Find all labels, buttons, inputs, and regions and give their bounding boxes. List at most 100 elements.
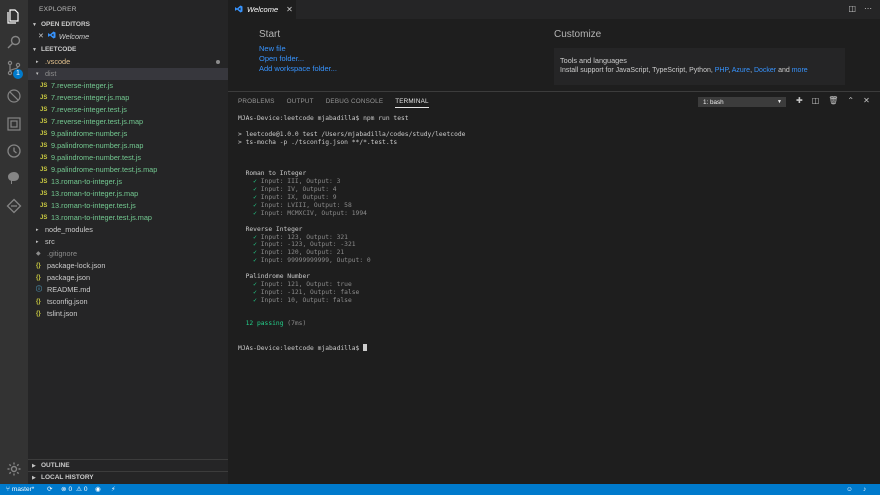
tree-item-label: 7.reverse-integer.js [51,81,114,90]
file-item[interactable]: JS 7.reverse-integer.test.js.map [28,116,228,128]
extensions-icon[interactable] [4,114,24,134]
file-item[interactable]: JS 13.roman-to-integer.js.map [28,188,228,200]
debug-icon[interactable] [4,86,24,106]
git-lens-icon[interactable] [4,196,24,216]
panel-tabs: PROBLEMS OUTPUT DEBUG CONSOLE TERMINAL [238,98,429,108]
file-item[interactable]: JS 13.roman-to-integer.js [28,176,228,188]
open-folder-link[interactable]: Open folder... [259,54,304,63]
chevron-down-icon: ▼ [32,22,37,28]
sync-button[interactable]: ⟳ [47,484,52,495]
maximize-panel-icon[interactable]: ⌃ [847,96,854,105]
terminal-output[interactable]: MJAs-Device:leetcode mjabadilla$ npm run… [238,115,465,353]
tab-problems[interactable]: PROBLEMS [238,98,275,108]
more-link[interactable]: more [792,67,808,74]
tab-debug-console[interactable]: DEBUG CONSOLE [326,98,384,108]
terminal-line: 12 passing (7ms) [238,320,307,328]
git-file-icon: ◆ [36,251,41,257]
project-header[interactable]: ▼ LEETCODE [28,44,228,56]
tools-languages-card[interactable]: Tools and languages Install support for … [554,48,845,85]
file-item[interactable]: JS 7.reverse-integer.js [28,80,228,92]
trash-icon[interactable]: 🗑︎ [828,96,838,105]
file-item[interactable]: {} tslint.json [28,308,228,320]
javascript-file-icon: JS [40,203,48,209]
open-editor-item-welcome[interactable]: ✕ Welcome [28,31,228,43]
split-editor-icon[interactable]: ◫ [848,4,856,13]
search-icon[interactable] [4,32,24,52]
settings-gear-icon[interactable] [4,459,24,479]
check-icon: ✓ [253,194,257,201]
check-icon: ✓ [253,249,257,257]
open-editor-label: Welcome [58,32,90,41]
more-actions-icon[interactable]: ⋯ [864,4,872,13]
tree-item-label: 9.palindrome-number.js [51,129,128,138]
live-share-icon[interactable] [4,168,24,188]
file-item[interactable]: {} tsconfig.json [28,296,228,308]
terminal-line: ✓ Input: MCMXCIV, Output: 1994 [253,209,367,217]
lightning-icon: ⚡ [111,486,116,493]
tab-label: Welcome [247,5,279,14]
azure-link[interactable]: Azure [732,67,750,74]
json-file-icon: {} [36,263,41,269]
check-icon: ✓ [253,296,257,304]
folder-item[interactable]: ▸ .vscode [28,56,228,68]
modified-dot-icon [216,60,220,64]
status-action-left[interactable]: ◉ [95,484,101,495]
add-workspace-folder-link[interactable]: Add workspace folder... [259,64,337,73]
chevron-right-icon: ▸ [36,239,39,245]
file-item[interactable]: JS 9.palindrome-number.test.js.map [28,164,228,176]
folder-item[interactable]: ▸ src [28,236,228,248]
terminal-line: Roman to Integer [238,170,307,178]
file-item[interactable]: JS 7.reverse-integer.test.js [28,104,228,116]
tree-item-label: README.md [47,285,91,294]
notifications-button[interactable]: ♪ [863,484,866,495]
tab-terminal[interactable]: TERMINAL [395,98,429,108]
bell-icon: ♪ [863,486,867,493]
file-item[interactable]: JS 9.palindrome-number.test.js [28,152,228,164]
history-icon[interactable] [4,141,24,161]
folder-item[interactable]: ▾ dist [28,68,228,80]
explorer-icon[interactable] [4,6,24,26]
outline-header[interactable]: ▶ OUTLINE [28,459,228,471]
branch-indicator[interactable]: ⑂ master* [6,484,34,495]
file-item[interactable]: JS 13.roman-to-integer.test.js.map [28,212,228,224]
local-history-header[interactable]: ▶ LOCAL HISTORY [28,471,228,483]
file-item[interactable]: JS 13.roman-to-integer.test.js [28,200,228,212]
sync-icon: ⟳ [47,486,53,493]
open-editors-header[interactable]: ▼ OPEN EDITORS [28,19,228,31]
folder-item[interactable]: ▸ node_modules [28,224,228,236]
file-item[interactable]: JS 9.palindrome-number.js.map [28,140,228,152]
php-link[interactable]: PHP [715,67,729,74]
close-icon[interactable]: ✕ [286,5,293,14]
docker-link[interactable]: Docker [754,67,776,74]
tools-text: Install support for JavaScript, TypeScri… [560,67,808,74]
terminal-select[interactable]: 1: bash ▼ [698,97,786,107]
check-icon: ✓ [253,186,257,194]
check-icon: ✓ [253,241,257,249]
status-lightning[interactable]: ⚡ [111,484,116,495]
start-heading: Start [259,29,281,40]
problems-indicator[interactable]: ⊗ 0 ⚠ 0 [61,484,88,495]
tree-item-label: package.json [47,273,91,282]
file-item[interactable]: {} package-lock.json [28,260,228,272]
split-terminal-icon[interactable]: ◫ [812,96,820,105]
tab-welcome[interactable]: Welcome ✕ [228,0,296,19]
close-icon[interactable]: ✕ [38,31,44,43]
feedback-button[interactable]: ☺ [846,484,853,495]
tree-item-label: dist [45,69,57,78]
file-item[interactable]: JS 9.palindrome-number.js [28,128,228,140]
file-item[interactable]: {} package.json [28,272,228,284]
new-file-link[interactable]: New file [259,44,286,53]
file-item[interactable]: ⓘ README.md [28,284,228,296]
new-terminal-icon[interactable]: ✚ [796,96,803,105]
file-item[interactable]: ◆ .gitignore [28,248,228,260]
tab-output[interactable]: OUTPUT [287,98,314,108]
panel-actions: ✚ ◫ 🗑︎ ⌃ ✕ [796,96,870,105]
file-item[interactable]: JS 7.reverse-integer.js.map [28,92,228,104]
smiley-icon: ☺ [846,486,853,493]
close-panel-icon[interactable]: ✕ [863,96,870,105]
javascript-file-icon: JS [40,215,48,221]
